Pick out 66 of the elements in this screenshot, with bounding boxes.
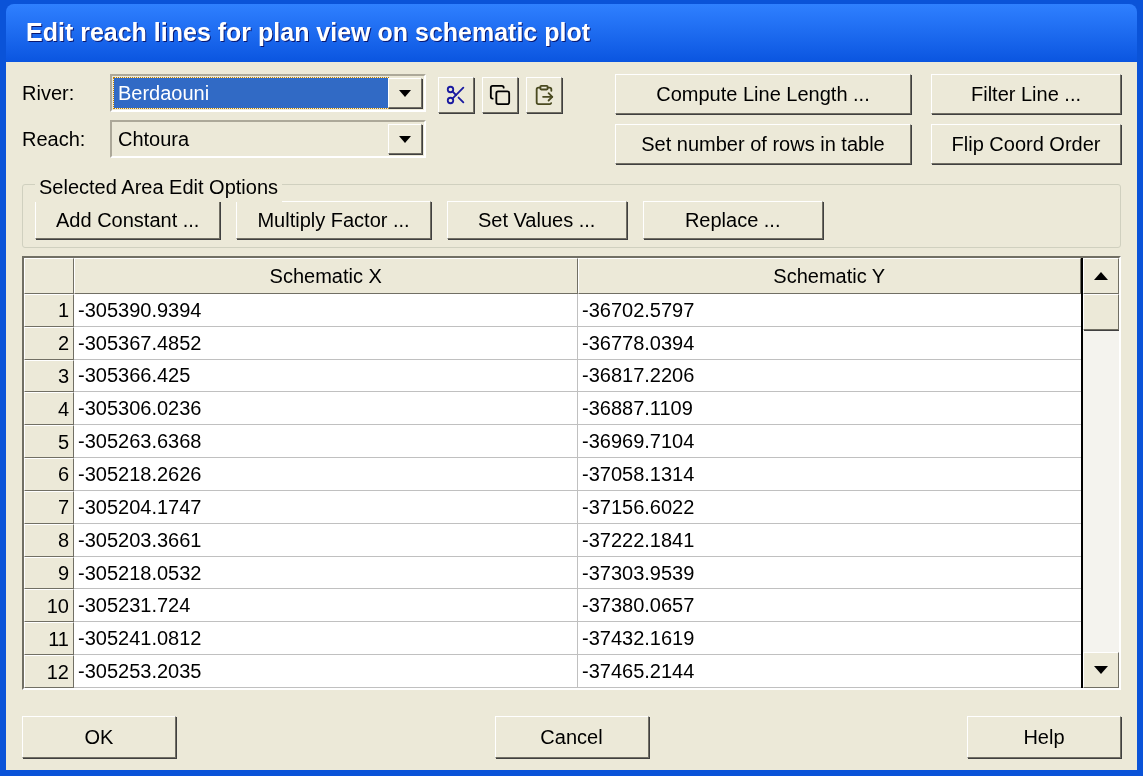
- table-cell[interactable]: -305218.0532: [74, 556, 578, 590]
- row-header[interactable]: 4: [24, 392, 74, 426]
- action-button[interactable]: Filter Line ...: [931, 74, 1121, 114]
- action-button[interactable]: Set number of rows in table: [615, 124, 911, 164]
- table-cell[interactable]: -36817.2206: [578, 359, 1081, 393]
- scroll-up-icon[interactable]: [1083, 258, 1119, 294]
- row-header[interactable]: 1: [24, 293, 74, 327]
- row-header[interactable]: 3: [24, 359, 74, 393]
- field-label: River:: [22, 81, 76, 106]
- dropdown-field[interactable]: Chtoura: [110, 120, 426, 158]
- dropdown-value: Berdaouni: [114, 78, 388, 108]
- table-cell[interactable]: -36702.5797: [578, 293, 1081, 327]
- table-cell[interactable]: -37303.9539: [578, 556, 1081, 590]
- row-header[interactable]: 12: [24, 655, 74, 688]
- row-header[interactable]: 8: [24, 523, 74, 557]
- table-cell[interactable]: -37380.0657: [578, 589, 1081, 623]
- edit-option-button[interactable]: Set Values ...: [446, 201, 627, 239]
- table-cell[interactable]: -36778.0394: [578, 326, 1081, 360]
- column-header[interactable]: Schematic Y: [577, 258, 1081, 294]
- copy-icon: [489, 84, 511, 106]
- table-cell[interactable]: -305306.0236: [74, 392, 578, 426]
- scrollbar[interactable]: [1081, 258, 1119, 688]
- copy-button[interactable]: [482, 77, 518, 113]
- table-cell[interactable]: -305253.2035: [74, 655, 578, 688]
- row-header[interactable]: 2: [24, 326, 74, 360]
- edit-option-button[interactable]: Multiply Factor ...: [236, 201, 431, 239]
- scroll-down-icon[interactable]: [1083, 652, 1119, 688]
- table-cell[interactable]: -37222.1841: [578, 523, 1081, 557]
- column-header[interactable]: Schematic X: [74, 258, 578, 294]
- dropdown-value: Chtoura: [117, 127, 191, 152]
- action-button[interactable]: Flip Coord Order: [931, 124, 1121, 164]
- edit-option-button[interactable]: Replace ...: [642, 201, 823, 239]
- table-cell[interactable]: -305241.0812: [74, 622, 578, 656]
- dropdown-field[interactable]: Berdaouni: [110, 74, 426, 112]
- table-cell[interactable]: -37432.1619: [578, 622, 1081, 656]
- clipboard-icon: [533, 84, 555, 106]
- table-cell[interactable]: -37058.1314: [578, 458, 1081, 491]
- table-cell[interactable]: -37465.2144: [578, 655, 1081, 688]
- table-cell[interactable]: -36969.7104: [578, 425, 1081, 459]
- row-header[interactable]: 11: [24, 622, 74, 656]
- field-label: Reach:: [22, 127, 87, 152]
- row-header[interactable]: 7: [24, 490, 74, 524]
- table-cell[interactable]: -305263.6368: [74, 425, 578, 459]
- row-header[interactable]: 5: [24, 425, 74, 459]
- row-header[interactable]: 9: [24, 556, 74, 590]
- table-cell[interactable]: -37156.6022: [578, 490, 1081, 524]
- table-cell[interactable]: -305204.1747: [74, 490, 578, 524]
- table-cell[interactable]: -305231.724: [74, 589, 578, 623]
- table-cell[interactable]: -305367.4852: [74, 326, 578, 360]
- scroll-thumb[interactable]: [1083, 294, 1119, 330]
- table-cell[interactable]: -305390.9394: [74, 293, 578, 327]
- table-cell[interactable]: -305203.3661: [74, 523, 578, 557]
- row-header[interactable]: 6: [24, 458, 74, 491]
- edit-option-button[interactable]: Add Constant ...: [35, 201, 221, 239]
- dialog-button[interactable]: OK: [22, 716, 176, 758]
- scissors-icon: [445, 84, 467, 106]
- window-title: Edit reach lines for plan view on schematic plot: [26, 17, 591, 49]
- dialog-button[interactable]: Help: [967, 716, 1121, 758]
- paste-button[interactable]: [526, 77, 562, 113]
- row-header[interactable]: 10: [24, 589, 74, 623]
- dialog-button[interactable]: Cancel: [494, 716, 649, 758]
- cut-button[interactable]: [438, 77, 474, 113]
- action-button[interactable]: Compute Line Length ...: [615, 74, 911, 114]
- table-cell[interactable]: -305366.425: [74, 359, 578, 393]
- table-cell[interactable]: -36887.1109: [578, 392, 1081, 426]
- table-cell[interactable]: -305218.2626: [74, 458, 578, 491]
